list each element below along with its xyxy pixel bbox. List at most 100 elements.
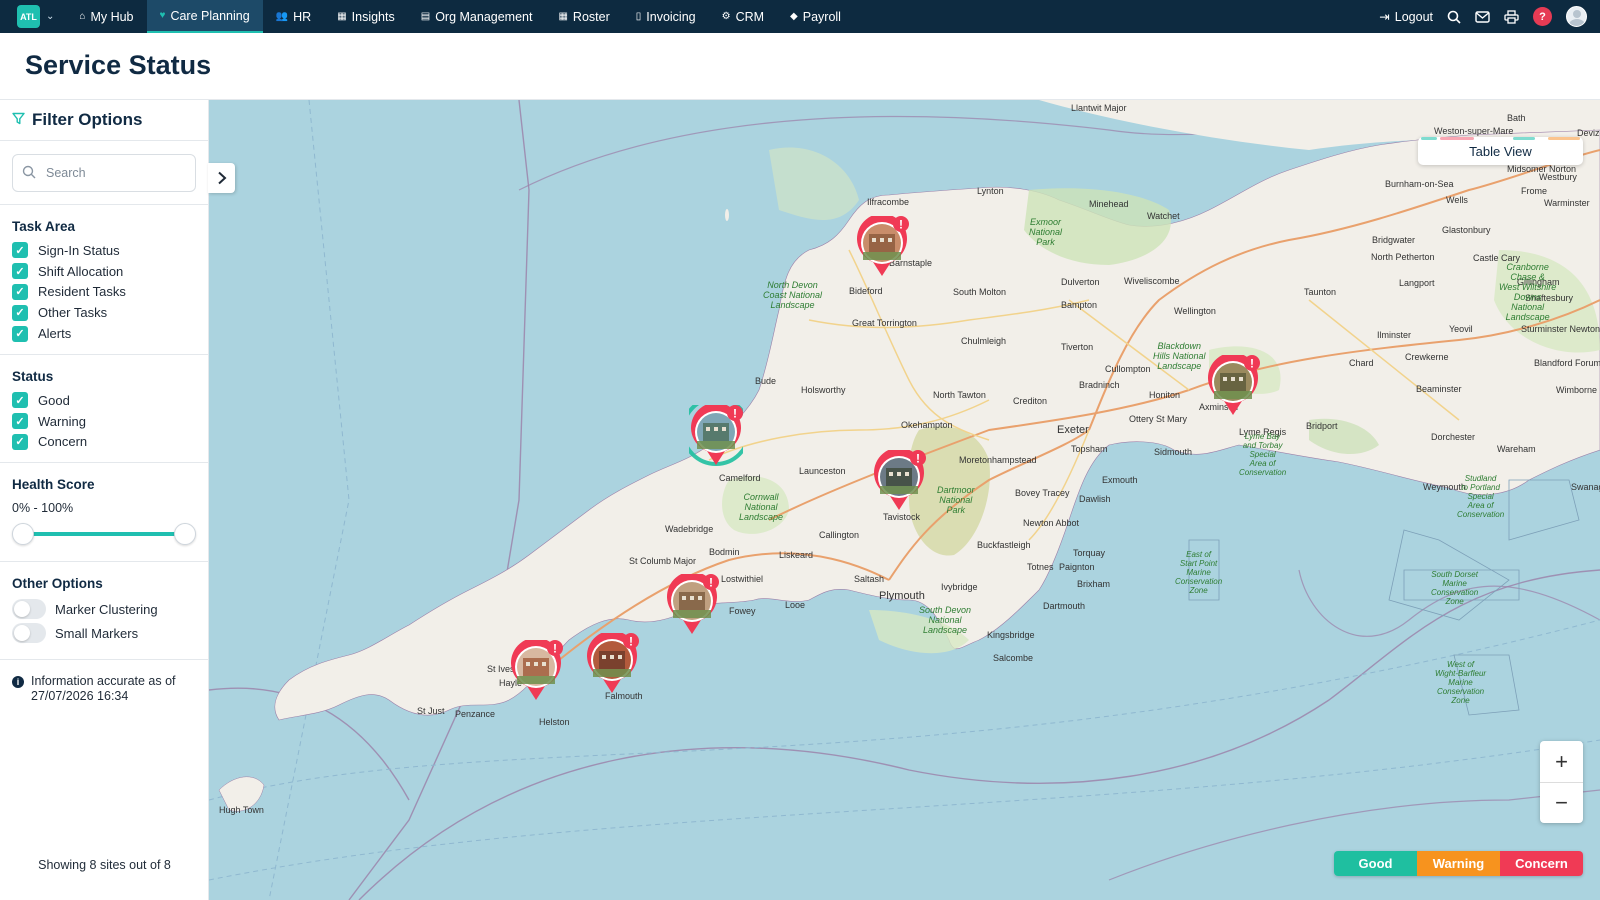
- other-options-title: Other Options: [12, 576, 103, 592]
- park-label-south-dorset-marine-conservation-zone: South Dorset Marine Conservation Zone: [1431, 570, 1479, 606]
- health-score-slider[interactable]: [12, 521, 196, 547]
- zoom-out-button[interactable]: −: [1540, 782, 1583, 823]
- search-icon[interactable]: [1447, 10, 1461, 24]
- filter-status-warning[interactable]: ✓ Warning: [12, 411, 196, 432]
- nav-care-planning[interactable]: ♥ Care Planning: [146, 0, 263, 33]
- nav-my-hub[interactable]: ⌂ My Hub: [66, 0, 146, 33]
- nav-invoicing[interactable]: ▯ Invoicing: [623, 0, 709, 33]
- checkbox-checked-icon[interactable]: ✓: [12, 283, 28, 300]
- checkbox-checked-icon[interactable]: ✓: [12, 263, 28, 280]
- checkbox-checked-icon[interactable]: ✓: [12, 242, 28, 259]
- print-icon[interactable]: [1504, 9, 1519, 24]
- place-label-exeter: Exeter: [1057, 424, 1089, 436]
- checkbox-label: Resident Tasks: [38, 284, 126, 300]
- search-field[interactable]: [12, 154, 196, 192]
- health-score-title: Health Score: [12, 477, 95, 493]
- map-pin-icon: !: [681, 396, 751, 466]
- checkbox-checked-icon[interactable]: ✓: [12, 413, 28, 430]
- place-label-kingsbridge: Kingsbridge: [987, 630, 1035, 640]
- nav-org-management[interactable]: ▤ Org Management: [408, 0, 546, 33]
- users-icon: 👥: [275, 11, 289, 22]
- slider-min-handle[interactable]: [12, 523, 34, 546]
- site-marker-lostwithiel-site[interactable]: !: [665, 571, 719, 640]
- site-marker-hayle-site[interactable]: !: [509, 637, 563, 706]
- filter-task-other-tasks[interactable]: ✓ Other Tasks: [12, 302, 196, 323]
- toggle-switch[interactable]: [12, 599, 46, 620]
- option-marker-clustering[interactable]: Marker Clustering: [12, 597, 196, 621]
- checkbox-checked-icon[interactable]: ✓: [12, 392, 28, 409]
- health-score-range: 0% - 100%: [12, 501, 74, 516]
- place-label-wadebridge: Wadebridge: [665, 524, 714, 534]
- place-label-warminster: Warminster: [1544, 198, 1590, 208]
- place-label-ilfracombe: Ilfracombe: [867, 197, 910, 207]
- site-marker-barnstaple-site[interactable]: !: [855, 213, 909, 282]
- svg-text:!: !: [553, 642, 557, 656]
- table-view-button[interactable]: Table View: [1418, 137, 1583, 165]
- search-input[interactable]: [46, 166, 176, 180]
- nav-crm[interactable]: ⚙ CRM: [709, 0, 777, 33]
- home-icon: ⌂: [79, 11, 86, 22]
- place-label-fowey: Fowey: [729, 606, 756, 616]
- mail-icon[interactable]: [1475, 10, 1490, 23]
- logout-button[interactable]: ⇥ Logout: [1379, 9, 1433, 25]
- park-label-studland-to-portland-special-area-of-conservation: Studland to Portland Special Area of Conserv…: [1457, 474, 1505, 519]
- svg-text:!: !: [916, 452, 920, 466]
- site-marker-camelford-site[interactable]: !: [681, 396, 751, 471]
- task-area-list: ✓ Sign-In Status ✓ Shift Allocation ✓ Residen…: [12, 240, 196, 344]
- filter-task-resident-tasks[interactable]: ✓ Resident Tasks: [12, 282, 196, 303]
- collapse-sidebar-button[interactable]: [208, 163, 235, 193]
- place-label-bovey-tracey: Bovey Tracey: [1015, 488, 1070, 498]
- filter-task-alerts[interactable]: ✓ Alerts: [12, 323, 196, 344]
- filter-task-shift-allocation[interactable]: ✓ Shift Allocation: [12, 261, 196, 282]
- nav-payroll[interactable]: ◆ Payroll: [777, 0, 854, 33]
- nav-hr[interactable]: 👥 HR: [263, 0, 325, 33]
- map-view[interactable]: Llantwit Major Weston-super-Mare Bath Deviz…: [209, 100, 1600, 900]
- place-label-saltash: Saltash: [854, 574, 885, 584]
- checkbox-label: Alerts: [38, 326, 72, 342]
- park-label-lyme-bay-and-torbay-special-area-of-conservation: Lyme Bay and Torbay Special Area of Conserva…: [1239, 432, 1287, 477]
- site-marker-tavistock-site[interactable]: !: [872, 447, 926, 516]
- toggle-switch[interactable]: [12, 623, 46, 644]
- checkbox-label: Sign-In Status: [38, 242, 120, 258]
- nav-roster[interactable]: ▦ Roster: [545, 0, 622, 33]
- filter-status-good[interactable]: ✓ Good: [12, 390, 196, 411]
- place-label-sturminster-newton: Sturminster Newton: [1521, 324, 1600, 334]
- user-avatar[interactable]: [1566, 6, 1587, 27]
- nav-insights[interactable]: ▦ Insights: [324, 0, 408, 33]
- status-section: Status ✓ Good ✓ Warning ✓ Concern: [0, 355, 208, 464]
- place-label-looe: Looe: [785, 600, 806, 610]
- help-icon[interactable]: ?: [1533, 7, 1552, 26]
- slider-max-handle[interactable]: [174, 523, 196, 546]
- heart-icon: ♥: [159, 10, 166, 21]
- checkbox-checked-icon[interactable]: ✓: [12, 304, 28, 321]
- place-label-great-torrington: Great Torrington: [852, 318, 917, 328]
- option-small-markers[interactable]: Small Markers: [12, 621, 196, 645]
- map-pin-icon: !: [1208, 352, 1260, 415]
- site-marker-axminster-site[interactable]: !: [1206, 352, 1260, 421]
- checkbox-checked-icon[interactable]: ✓: [12, 433, 28, 450]
- place-label-penzance: Penzance: [455, 709, 496, 719]
- place-label-ilminster: Ilminster: [1377, 330, 1412, 340]
- tv-stripe-good: [1421, 137, 1437, 140]
- zoom-in-button[interactable]: +: [1540, 741, 1583, 782]
- svg-text:!: !: [733, 407, 737, 421]
- park-label-exmoor-national-park: Exmoor National Park: [1029, 217, 1063, 247]
- site-marker-falmouth-site[interactable]: !: [585, 630, 639, 699]
- checkbox-checked-icon[interactable]: ✓: [12, 325, 28, 342]
- place-label-dorchester: Dorchester: [1431, 432, 1476, 442]
- place-label-totnes: Totnes: [1027, 562, 1054, 572]
- place-label-chulmleigh: Chulmleigh: [961, 336, 1007, 346]
- filter-title: Filter Options: [32, 110, 143, 129]
- nav-label: CRM: [735, 9, 765, 24]
- place-label-sidmouth: Sidmouth: [1154, 447, 1193, 457]
- place-label-crediton: Crediton: [1013, 396, 1048, 406]
- place-label-ottery-st-mary: Ottery St Mary: [1129, 414, 1188, 424]
- place-label-camelford: Camelford: [719, 473, 761, 483]
- place-label-exmouth: Exmouth: [1102, 475, 1138, 485]
- place-label-devizes: Devizes: [1577, 128, 1600, 138]
- place-label-chard: Chard: [1349, 358, 1374, 368]
- filter-status-concern[interactable]: ✓ Concern: [12, 432, 196, 453]
- filter-task-sign-in-status[interactable]: ✓ Sign-In Status: [12, 240, 196, 261]
- status-title: Status: [12, 368, 54, 384]
- org-switcher[interactable]: ATL ⌄: [0, 0, 66, 33]
